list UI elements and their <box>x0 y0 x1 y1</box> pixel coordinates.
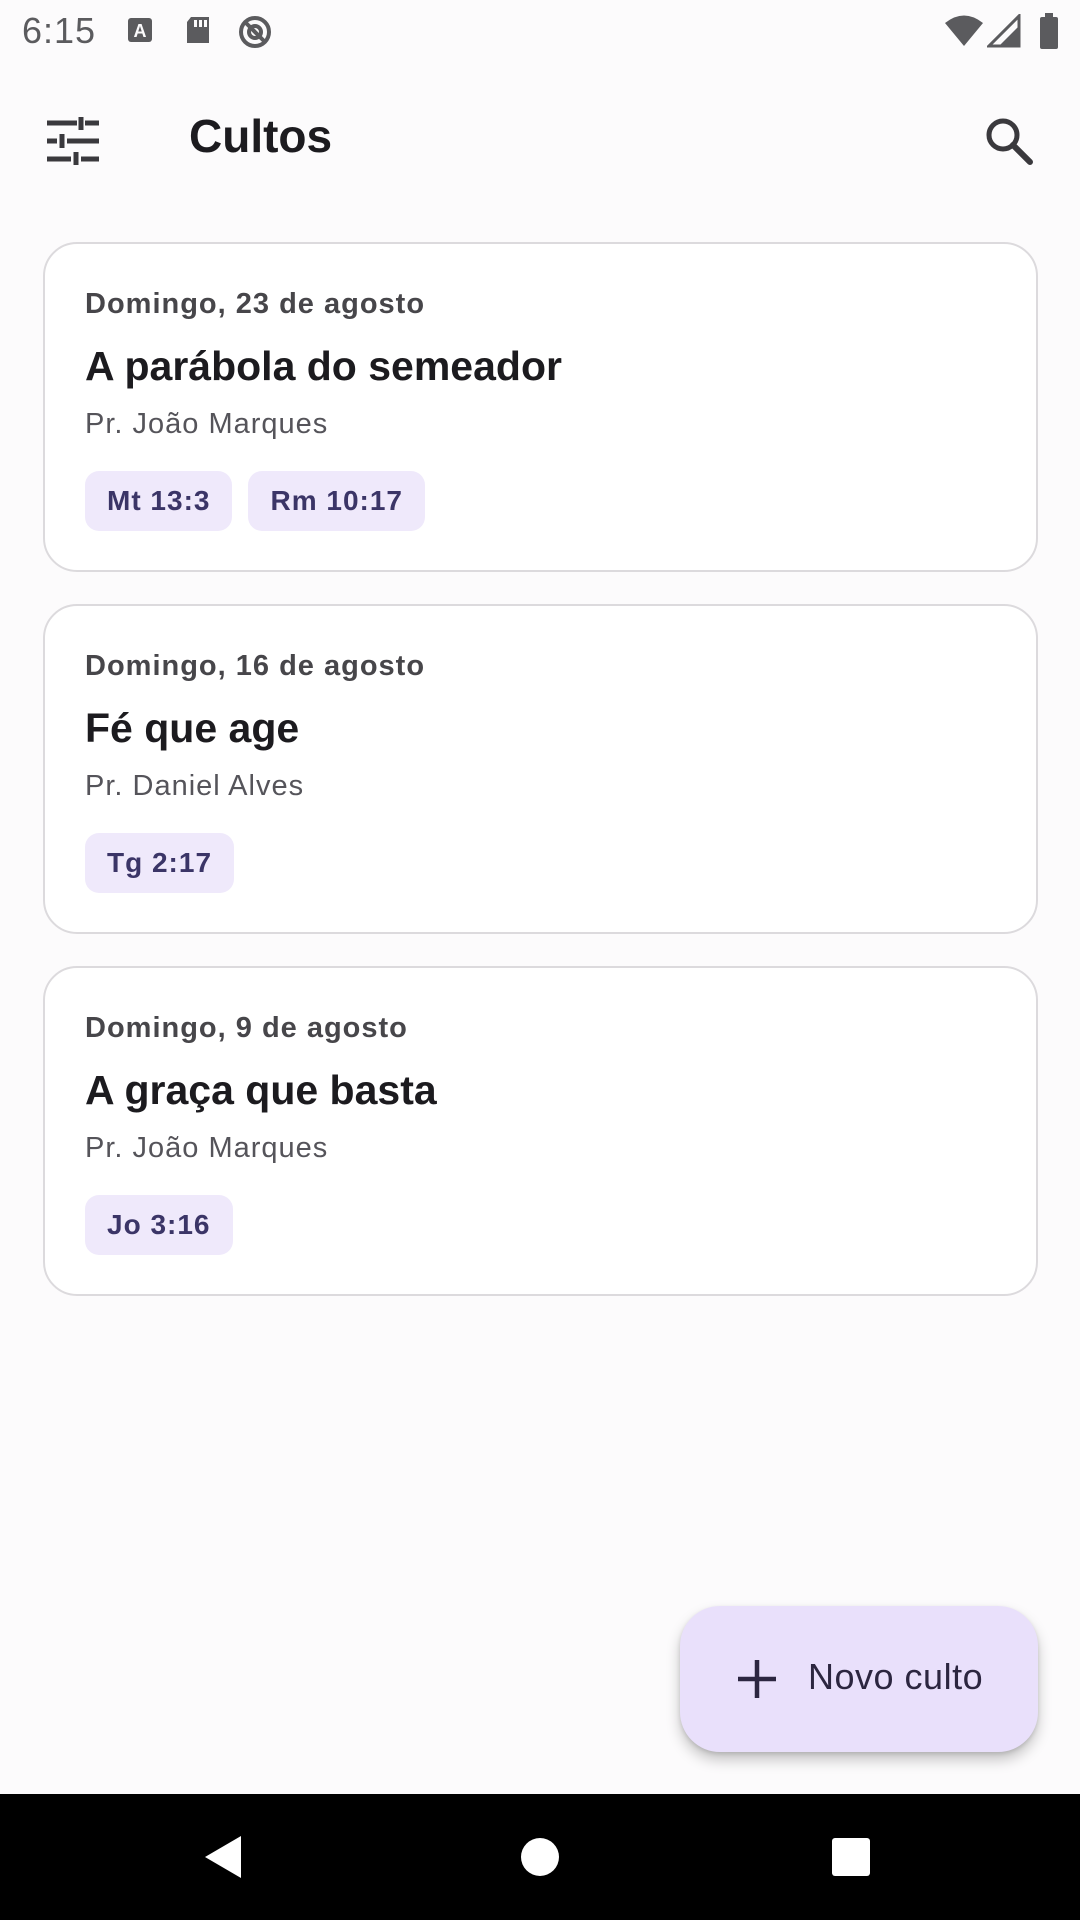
recents-button[interactable] <box>818 1824 884 1890</box>
culto-date: Domingo, 23 de agosto <box>85 288 426 320</box>
new-culto-button[interactable]: Novo culto <box>680 1606 1038 1752</box>
culto-date: Domingo, 16 de agosto <box>85 650 426 682</box>
status-time: 6:15 <box>22 10 97 51</box>
filter-button[interactable] <box>38 106 108 176</box>
bible-ref-chip: Tg 2:17 <box>85 833 235 893</box>
bible-refs: Mt 13:3 Rm 10:17 <box>85 471 996 531</box>
recents-icon <box>832 1838 870 1876</box>
page-title: Cultos <box>189 110 333 162</box>
battery-icon <box>1040 13 1058 49</box>
bible-ref-chip: Rm 10:17 <box>248 471 425 531</box>
home-button[interactable] <box>507 1824 573 1890</box>
culto-author: Pr. João Marques <box>85 408 329 440</box>
home-icon <box>521 1838 559 1876</box>
bible-refs: Jo 3:16 <box>85 1195 996 1255</box>
cultos-list: Domingo, 23 de agosto A parábola do seme… <box>43 242 1038 1328</box>
culto-card[interactable]: Domingo, 9 de agosto A graça que basta P… <box>43 966 1038 1296</box>
a-notification-icon: A <box>128 18 152 42</box>
search-icon <box>986 118 1033 165</box>
back-icon <box>205 1836 241 1878</box>
culto-title: A graça que basta <box>85 1067 437 1113</box>
sd-card-icon <box>187 17 209 43</box>
back-button[interactable] <box>190 1824 256 1890</box>
culto-title: A parábola do semeador <box>85 343 562 389</box>
culto-card[interactable]: Domingo, 23 de agosto A parábola do seme… <box>43 242 1038 572</box>
new-culto-label: Novo culto <box>808 1656 984 1697</box>
signal-icon <box>987 14 1021 48</box>
bible-refs: Tg 2:17 <box>85 833 996 893</box>
culto-title: Fé que age <box>85 705 300 751</box>
bible-ref-chip: Mt 13:3 <box>85 471 233 531</box>
search-button[interactable] <box>972 104 1046 178</box>
culto-card[interactable]: Domingo, 16 de agosto Fé que age Pr. Dan… <box>43 604 1038 934</box>
svg-text:A: A <box>134 21 147 41</box>
app-bar: Cultos <box>0 64 1080 210</box>
blocked-icon <box>239 16 271 48</box>
plus-icon <box>738 1660 776 1698</box>
culto-date: Domingo, 9 de agosto <box>85 1012 408 1044</box>
bible-ref-chip: Jo 3:16 <box>85 1195 233 1255</box>
wifi-icon <box>945 15 983 46</box>
culto-author: Pr. João Marques <box>85 1132 329 1164</box>
culto-author: Pr. Daniel Alves <box>85 770 305 802</box>
tune-filter-icon <box>47 117 99 165</box>
status-bar: 6:15 A <box>0 0 1080 64</box>
system-nav-bar <box>0 1794 1080 1920</box>
